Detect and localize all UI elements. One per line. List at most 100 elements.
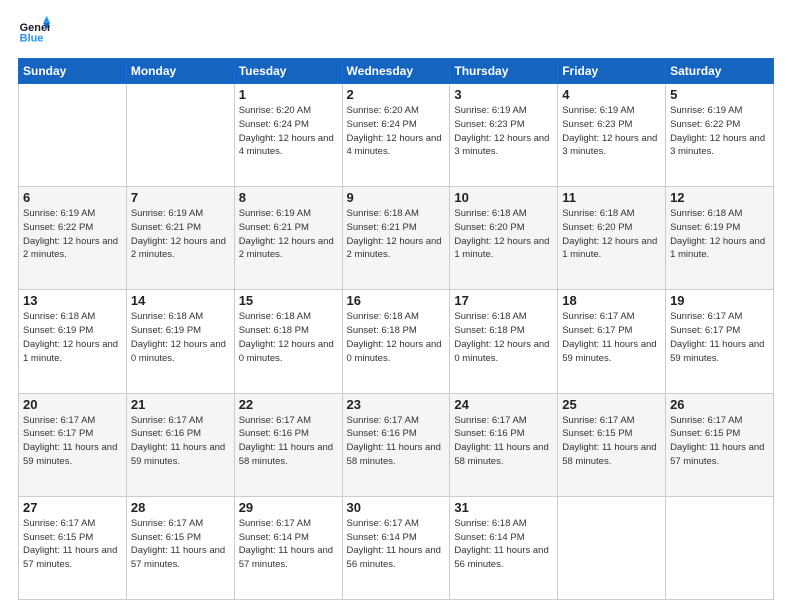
- day-cell: 1Sunrise: 6:20 AM Sunset: 6:24 PM Daylig…: [234, 84, 342, 187]
- day-number: 31: [454, 500, 553, 515]
- day-info: Sunrise: 6:20 AM Sunset: 6:24 PM Dayligh…: [239, 104, 338, 159]
- day-info: Sunrise: 6:17 AM Sunset: 6:16 PM Dayligh…: [131, 414, 230, 469]
- day-cell: [126, 84, 234, 187]
- day-cell: 3 Sunrise: 6:19 AM Sunset: 6:23 PM Daylig…: [450, 84, 558, 187]
- day-cell: 22 Sunrise: 6:17 AM Sunset: 6:16 PM Dayli…: [234, 393, 342, 496]
- day-number: 10: [454, 190, 553, 205]
- week-row-3: 13 Sunrise: 6:18 AM Sunset: 6:19 PM Dayli…: [19, 290, 774, 393]
- day-cell: 10Sunrise: 6:18 AM Sunset: 6:20 PM Dayli…: [450, 187, 558, 290]
- day-number: 3: [454, 87, 553, 102]
- day-number: 9: [347, 190, 446, 205]
- day-info: Sunrise: 6:17 AM Sunset: 6:15 PM Dayligh…: [23, 517, 122, 572]
- day-number: 7: [131, 190, 230, 205]
- weekday-wednesday: Wednesday: [342, 59, 450, 84]
- day-info: Sunrise: 6:17 AM Sunset: 6:16 PM Dayligh…: [454, 414, 553, 469]
- day-info: Sunrise: 6:18 AM Sunset: 6:18 PM Dayligh…: [454, 310, 553, 365]
- day-info: Sunrise: 6:17 AM Sunset: 6:14 PM Dayligh…: [239, 517, 338, 572]
- logo: General Blue: [18, 16, 50, 48]
- day-number: 20: [23, 397, 122, 412]
- day-number: 17: [454, 293, 553, 308]
- day-number: 8: [239, 190, 338, 205]
- day-info: Sunrise: 6:18 AM Sunset: 6:21 PM Dayligh…: [347, 207, 446, 262]
- day-cell: [558, 496, 666, 599]
- day-info: Sunrise: 6:18 AM Sunset: 6:19 PM Dayligh…: [670, 207, 769, 262]
- weekday-saturday: Saturday: [666, 59, 774, 84]
- day-number: 5: [670, 87, 769, 102]
- day-cell: 28 Sunrise: 6:17 AM Sunset: 6:15 PM Dayli…: [126, 496, 234, 599]
- day-info: Sunrise: 6:19 AM Sunset: 6:22 PM Dayligh…: [23, 207, 122, 262]
- day-number: 14: [131, 293, 230, 308]
- day-number: 6: [23, 190, 122, 205]
- day-number: 12: [670, 190, 769, 205]
- day-number: 2: [347, 87, 446, 102]
- day-info: Sunrise: 6:18 AM Sunset: 6:14 PM Dayligh…: [454, 517, 553, 572]
- day-info: Sunrise: 6:17 AM Sunset: 6:14 PM Dayligh…: [347, 517, 446, 572]
- svg-text:Blue: Blue: [20, 32, 44, 44]
- day-info: Sunrise: 6:19 AM Sunset: 6:21 PM Dayligh…: [239, 207, 338, 262]
- day-cell: 9 Sunrise: 6:18 AM Sunset: 6:21 PM Daylig…: [342, 187, 450, 290]
- day-number: 21: [131, 397, 230, 412]
- day-cell: 2 Sunrise: 6:20 AM Sunset: 6:24 PM Daylig…: [342, 84, 450, 187]
- day-info: Sunrise: 6:17 AM Sunset: 6:17 PM Dayligh…: [23, 414, 122, 469]
- day-number: 16: [347, 293, 446, 308]
- day-cell: 26Sunrise: 6:17 AM Sunset: 6:15 PM Dayli…: [666, 393, 774, 496]
- day-info: Sunrise: 6:20 AM Sunset: 6:24 PM Dayligh…: [347, 104, 446, 159]
- day-number: 15: [239, 293, 338, 308]
- day-number: 28: [131, 500, 230, 515]
- weekday-header-row: SundayMondayTuesdayWednesdayThursdayFrid…: [19, 59, 774, 84]
- day-number: 30: [347, 500, 446, 515]
- weekday-sunday: Sunday: [19, 59, 127, 84]
- day-cell: 13 Sunrise: 6:18 AM Sunset: 6:19 PM Dayli…: [19, 290, 127, 393]
- day-cell: 21 Sunrise: 6:17 AM Sunset: 6:16 PM Dayli…: [126, 393, 234, 496]
- day-info: Sunrise: 6:18 AM Sunset: 6:18 PM Dayligh…: [239, 310, 338, 365]
- day-info: Sunrise: 6:19 AM Sunset: 6:23 PM Dayligh…: [454, 104, 553, 159]
- day-cell: 18Sunrise: 6:17 AM Sunset: 6:17 PM Dayli…: [558, 290, 666, 393]
- day-number: 11: [562, 190, 661, 205]
- day-cell: 29Sunrise: 6:17 AM Sunset: 6:14 PM Dayli…: [234, 496, 342, 599]
- day-number: 27: [23, 500, 122, 515]
- day-cell: 12 Sunrise: 6:18 AM Sunset: 6:19 PM Dayli…: [666, 187, 774, 290]
- day-info: Sunrise: 6:18 AM Sunset: 6:20 PM Dayligh…: [562, 207, 661, 262]
- day-number: 4: [562, 87, 661, 102]
- day-cell: 4 Sunrise: 6:19 AM Sunset: 6:23 PM Daylig…: [558, 84, 666, 187]
- day-info: Sunrise: 6:17 AM Sunset: 6:16 PM Dayligh…: [239, 414, 338, 469]
- day-info: Sunrise: 6:17 AM Sunset: 6:16 PM Dayligh…: [347, 414, 446, 469]
- day-cell: 19 Sunrise: 6:17 AM Sunset: 6:17 PM Dayli…: [666, 290, 774, 393]
- day-info: Sunrise: 6:17 AM Sunset: 6:15 PM Dayligh…: [131, 517, 230, 572]
- page: General Blue SundayMondayTuesdayWednesda…: [0, 0, 792, 612]
- week-row-5: 27 Sunrise: 6:17 AM Sunset: 6:15 PM Dayli…: [19, 496, 774, 599]
- day-info: Sunrise: 6:19 AM Sunset: 6:22 PM Dayligh…: [670, 104, 769, 159]
- header: General Blue: [18, 16, 774, 48]
- day-cell: [19, 84, 127, 187]
- day-info: Sunrise: 6:18 AM Sunset: 6:18 PM Dayligh…: [347, 310, 446, 365]
- day-info: Sunrise: 6:17 AM Sunset: 6:15 PM Dayligh…: [670, 414, 769, 469]
- day-cell: 14 Sunrise: 6:18 AM Sunset: 6:19 PM Dayli…: [126, 290, 234, 393]
- day-info: Sunrise: 6:17 AM Sunset: 6:15 PM Dayligh…: [562, 414, 661, 469]
- day-cell: 30 Sunrise: 6:17 AM Sunset: 6:14 PM Dayli…: [342, 496, 450, 599]
- weekday-thursday: Thursday: [450, 59, 558, 84]
- day-number: 23: [347, 397, 446, 412]
- day-cell: 7Sunrise: 6:19 AM Sunset: 6:21 PM Daylig…: [126, 187, 234, 290]
- day-cell: 31 Sunrise: 6:18 AM Sunset: 6:14 PM Dayli…: [450, 496, 558, 599]
- day-number: 24: [454, 397, 553, 412]
- week-row-2: 6 Sunrise: 6:19 AM Sunset: 6:22 PM Daylig…: [19, 187, 774, 290]
- logo-icon: General Blue: [18, 16, 50, 48]
- day-number: 18: [562, 293, 661, 308]
- day-info: Sunrise: 6:18 AM Sunset: 6:19 PM Dayligh…: [131, 310, 230, 365]
- day-cell: 15 Sunrise: 6:18 AM Sunset: 6:18 PM Dayli…: [234, 290, 342, 393]
- day-cell: [666, 496, 774, 599]
- day-info: Sunrise: 6:17 AM Sunset: 6:17 PM Dayligh…: [670, 310, 769, 365]
- weekday-monday: Monday: [126, 59, 234, 84]
- day-cell: 17 Sunrise: 6:18 AM Sunset: 6:18 PM Dayli…: [450, 290, 558, 393]
- day-number: 19: [670, 293, 769, 308]
- day-number: 25: [562, 397, 661, 412]
- calendar-table: SundayMondayTuesdayWednesdayThursdayFrid…: [18, 58, 774, 600]
- day-info: Sunrise: 6:19 AM Sunset: 6:23 PM Dayligh…: [562, 104, 661, 159]
- week-row-1: 1Sunrise: 6:20 AM Sunset: 6:24 PM Daylig…: [19, 84, 774, 187]
- day-cell: 24 Sunrise: 6:17 AM Sunset: 6:16 PM Dayli…: [450, 393, 558, 496]
- day-info: Sunrise: 6:18 AM Sunset: 6:19 PM Dayligh…: [23, 310, 122, 365]
- day-cell: 6 Sunrise: 6:19 AM Sunset: 6:22 PM Daylig…: [19, 187, 127, 290]
- day-number: 13: [23, 293, 122, 308]
- day-number: 22: [239, 397, 338, 412]
- week-row-4: 20 Sunrise: 6:17 AM Sunset: 6:17 PM Dayli…: [19, 393, 774, 496]
